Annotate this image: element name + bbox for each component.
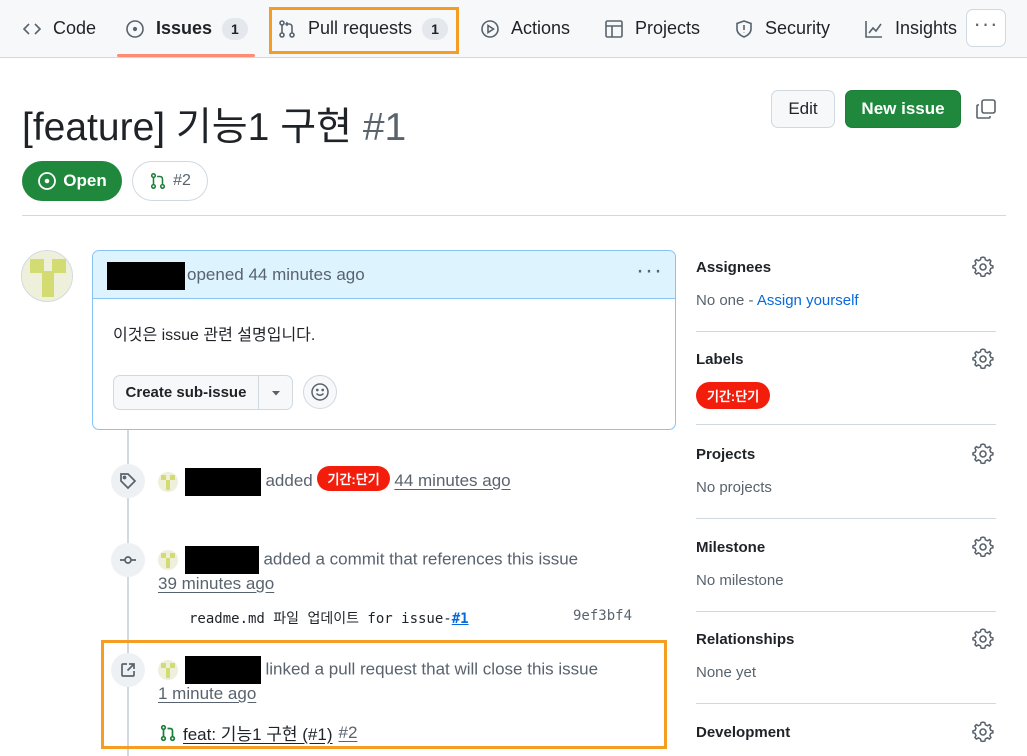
tab-projects-label: Projects [635, 18, 701, 38]
label-event: added 기간:단기 44 minutes ago [158, 466, 511, 496]
tab-security[interactable]: Security [734, 0, 830, 57]
milestone-value: No milestone [696, 572, 784, 589]
issue-title: [feature] 기능1 구현 #1 [22, 96, 406, 152]
issue-state-label: Open [63, 171, 107, 190]
smiley-icon [311, 383, 329, 401]
labels-title[interactable]: Labels [696, 351, 996, 368]
triangle-down-icon[interactable] [259, 376, 292, 409]
git-pull-request-icon [151, 173, 166, 189]
tab-issues-label: Issues [156, 18, 213, 38]
projects-title[interactable]: Projects [696, 446, 996, 463]
commit-event: added a commit that references this issu… [158, 546, 578, 574]
tab-insights[interactable]: Insights [864, 0, 957, 57]
label-event-action: added [265, 471, 313, 490]
tab-actions[interactable]: Actions [480, 0, 570, 57]
tab-actions-label: Actions [511, 18, 571, 38]
sidebar-labels: Labels 기간:단기 [696, 348, 996, 409]
graph-icon [865, 20, 882, 38]
sidebar-projects: Projects No projects [696, 443, 996, 496]
actor-name-redacted[interactable] [184, 467, 261, 496]
sidebar-label-pill[interactable]: 기간:단기 [696, 382, 771, 409]
sidebar-divider [696, 611, 996, 612]
author-avatar[interactable] [21, 250, 73, 302]
sidebar-assignees: Assignees No one - Assign yourself [696, 256, 996, 309]
gear-icon[interactable] [972, 536, 994, 558]
tab-insights-label: Insights [895, 18, 958, 38]
event-avatar[interactable] [158, 550, 178, 570]
relationships-title[interactable]: Relationships [696, 631, 996, 648]
copy-icon[interactable] [975, 98, 997, 120]
linked-pr-number: #2 [173, 172, 191, 189]
issue-opened-icon [38, 172, 57, 190]
assignees-none: No one - [696, 292, 757, 309]
actor-name-redacted[interactable] [184, 546, 259, 574]
assignees-title[interactable]: Assignees [696, 259, 996, 276]
tab-projects[interactable]: Projects [604, 0, 700, 57]
sidebar-milestone: Milestone No milestone [696, 536, 996, 589]
kebab-horizontal-icon: ··· [973, 11, 999, 36]
issues-count-badge: 1 [222, 17, 248, 40]
comment-meta: opened 44 minutes ago [187, 265, 365, 284]
tab-issues[interactable]: Issues 1 [125, 0, 248, 57]
gear-icon[interactable] [972, 256, 994, 278]
repo-nav: Code Issues 1 Pull requests 1 Actions Pr… [0, 0, 1027, 58]
create-sub-issue-button[interactable]: Create sub-issue [113, 375, 293, 410]
tab-code[interactable]: Code [22, 0, 96, 57]
gear-icon[interactable] [972, 721, 994, 743]
relationships-value: None yet [696, 664, 757, 681]
sidebar-development: Development [696, 721, 996, 743]
git-commit-icon [111, 543, 145, 577]
assignees-value: No one - Assign yourself [696, 292, 996, 309]
issue-state-badge: Open [22, 161, 122, 201]
tab-security-label: Security [765, 18, 831, 38]
event-avatar[interactable] [158, 471, 178, 492]
projects-value: No projects [696, 479, 772, 496]
play-icon [481, 19, 499, 38]
assign-yourself-link[interactable]: Assign yourself [757, 292, 859, 309]
sidebar-relationships: Relationships None yet [696, 628, 996, 681]
header-divider [22, 215, 1006, 216]
label-pill[interactable]: 기간:단기 [317, 466, 390, 491]
create-sub-issue-label: Create sub-issue [114, 376, 259, 409]
identicon [22, 251, 72, 301]
tag-icon [111, 464, 145, 498]
add-reaction-button[interactable] [303, 375, 337, 409]
gear-icon[interactable] [972, 348, 994, 370]
linked-pr-badge[interactable]: #2 [132, 161, 208, 201]
gear-icon[interactable] [972, 628, 994, 650]
commit-event-time[interactable]: 39 minutes ago [158, 574, 274, 593]
label-event-time[interactable]: 44 minutes ago [394, 471, 510, 490]
edit-button[interactable]: Edit [771, 90, 835, 128]
commit-message-text: readme.md 파일 업데이트 for issue- [189, 611, 452, 627]
comment-options-button[interactable]: ··· [636, 257, 663, 285]
issue-opened-icon [126, 19, 144, 38]
milestone-title[interactable]: Milestone [696, 539, 996, 556]
selected-tab-underline [117, 54, 255, 57]
linked-pr-highlight-box [101, 640, 667, 749]
commit-event-time-row: 39 minutes ago [158, 574, 274, 594]
development-title[interactable]: Development [696, 724, 996, 741]
commit-event-action: added a commit that references this issu… [263, 549, 579, 569]
nav-more-button[interactable]: ··· [966, 9, 1006, 47]
sidebar-divider [696, 331, 996, 332]
comment-header: opened 44 minutes ago ··· [93, 251, 675, 299]
table-icon [605, 19, 623, 38]
shield-icon [736, 19, 752, 38]
issue-title-text: [feature] 기능1 구현 [22, 106, 352, 149]
gear-icon[interactable] [972, 443, 994, 465]
commit-issue-ref[interactable]: #1 [452, 611, 469, 627]
commit-message[interactable]: readme.md 파일 업데이트 for issue-#1 [189, 608, 469, 628]
code-icon [22, 22, 42, 35]
issue-number: #1 [362, 106, 407, 149]
pull-requests-highlight-box [269, 7, 459, 54]
new-issue-button[interactable]: New issue [845, 90, 961, 128]
comment-body: 이것은 issue 관련 설명입니다. [113, 327, 316, 344]
author-name-redacted[interactable] [107, 262, 185, 290]
sidebar-divider [696, 703, 996, 704]
sidebar-divider [696, 518, 996, 519]
commit-sha[interactable]: 9ef3bf4 [573, 608, 632, 624]
issue-description-comment: opened 44 minutes ago ··· 이것은 issue 관련 설… [92, 250, 676, 430]
sidebar-divider [696, 424, 996, 425]
tab-code-label: Code [53, 18, 97, 38]
